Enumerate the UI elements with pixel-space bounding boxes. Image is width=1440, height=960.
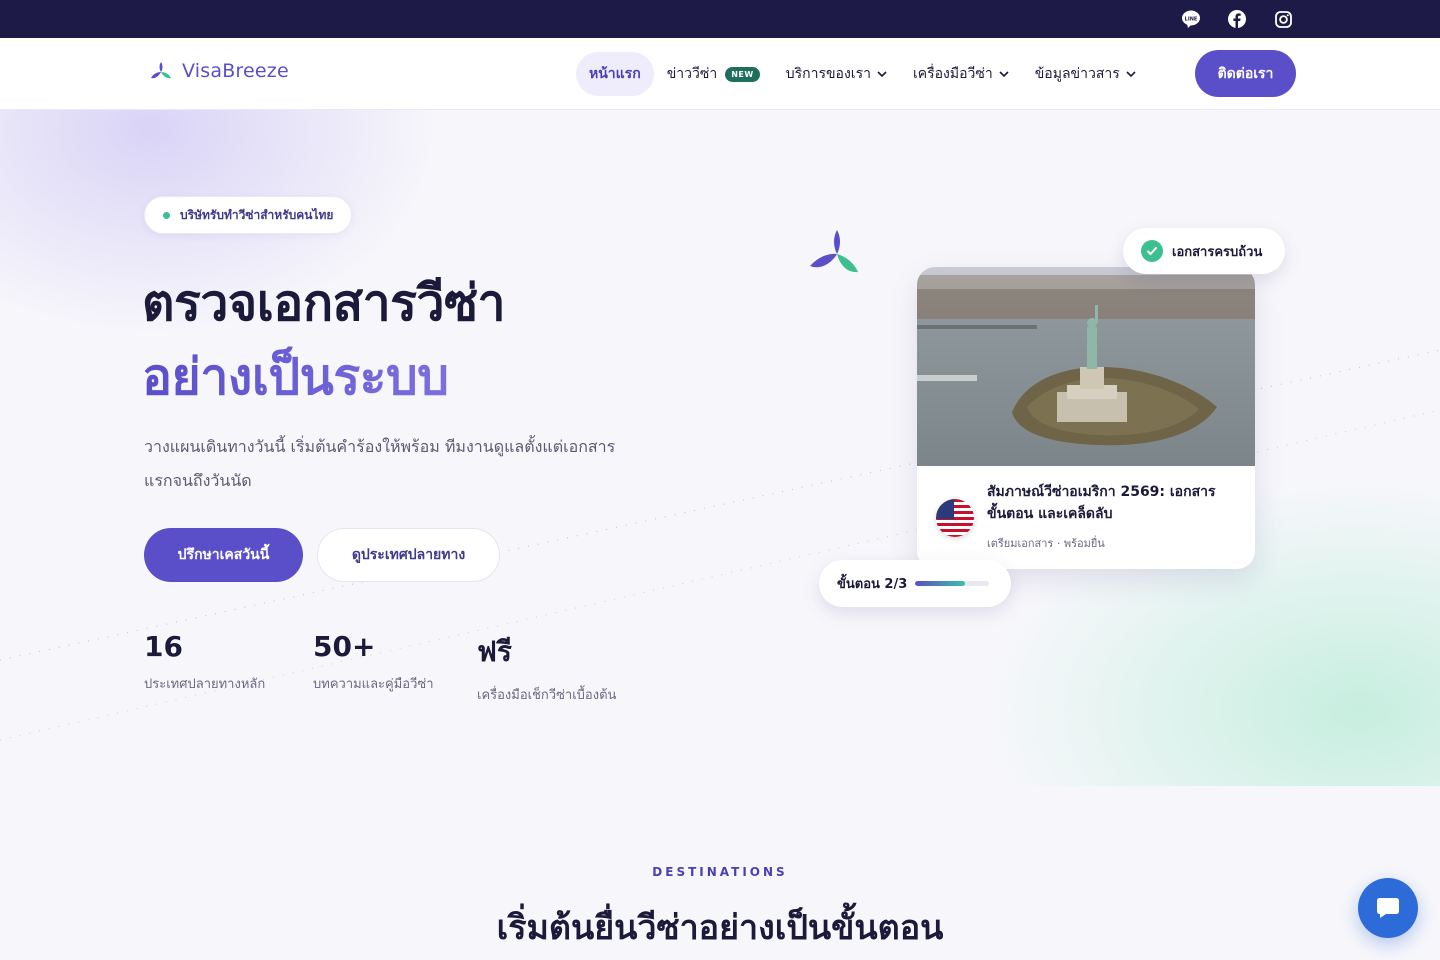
nav-item-information[interactable]: ข้อมูลข่าวสาร (1022, 52, 1149, 96)
section-eyebrow: DESTINATIONS (652, 865, 788, 879)
stat-value: 16 (144, 630, 183, 663)
check-icon (1141, 240, 1163, 262)
nav-item-label: ข่าววีซ่า (666, 66, 718, 82)
nav-item-label: บริการของเรา (785, 66, 871, 82)
brand-mark-icon (810, 230, 858, 273)
statue-of-liberty-image (917, 267, 1255, 466)
nav-item-label: ข้อมูลข่าวสาร (1034, 66, 1120, 82)
visa-article-card[interactable]: สัมภาษณ์วีซ่าอเมริกา 2569: เอกสาร ขั้นตอ… (917, 267, 1255, 569)
hero-tag-text: บริษัทรับทำวีซ่าสำหรับคนไทย (180, 207, 334, 222)
chevron-down-icon (1126, 71, 1136, 77)
line-icon[interactable]: LINE (1181, 9, 1201, 29)
chat-button[interactable] (1358, 878, 1418, 938)
stat-value: ฟรี (477, 635, 512, 668)
stat-label: ประเทศปลายทางหลัก (144, 677, 266, 692)
brand-logo-icon (151, 62, 171, 79)
step-progress-badge: ขั้นตอน 2/3 (819, 560, 1011, 607)
chat-bubble-icon (1377, 898, 1399, 918)
hero-title-line1: ตรวจเอกสารวีซ่า (142, 274, 506, 332)
top-bar: LINE (0, 0, 1440, 38)
chevron-down-icon (877, 71, 887, 77)
main-navbar: VisaBreeze หน้าแรก ข่าววีซ่า NEW บริการข… (0, 38, 1440, 110)
contact-button[interactable]: ติดต่อเรา (1195, 50, 1296, 97)
consult-button[interactable]: ปรึกษาเคสวันนี้ (144, 528, 303, 582)
chevron-down-icon (999, 71, 1009, 77)
stat-countries: 16 ประเทศปลายทางหลัก (144, 630, 265, 694)
new-badge: NEW (725, 66, 760, 82)
nav-item-label: หน้าแรก (589, 66, 641, 82)
us-flag-icon (936, 499, 974, 537)
nav-item-services[interactable]: บริการของเรา (773, 52, 900, 96)
stat-value: 50+ (313, 630, 376, 663)
brand-logo[interactable]: VisaBreeze (148, 60, 289, 82)
hero-tag-pill: บริษัทรับทำวีซ่าสำหรับคนไทย (144, 196, 353, 234)
stat-label: บทความและคู่มือวีซ่า (313, 677, 434, 692)
stat-tools: ฟรี เครื่องมือเช็กวีซ่าเบื้องต้น (477, 630, 616, 705)
line-icon-label: LINE (1185, 16, 1198, 22)
step-progress-fill (915, 581, 965, 586)
hero-lead-text: วางแผนเดินทางวันนี้ เริ่มต้นคำร้องให้พร้… (144, 437, 616, 490)
step-label: ขั้นตอน 2/3 (837, 577, 908, 592)
nav-item-home[interactable]: หน้าแรก (576, 52, 654, 96)
card-title: สัมภาษณ์วีซ่าอเมริกา 2569: เอกสาร ขั้นตอ… (987, 484, 1216, 522)
facebook-icon[interactable] (1227, 9, 1247, 29)
stat-articles: 50+ บทความและคู่มือวีซ่า (313, 630, 434, 694)
section-title: เริ่มต้นยื่นวีซ่าอย่างเป็นขั้นตอน (496, 908, 944, 948)
card-meta: เตรียมเอกสาร · พร้อมยื่น (987, 537, 1105, 550)
hero-section: บริษัทรับทำวีซ่าสำหรับคนไทย ตรวจเอกสารวี… (0, 110, 1440, 786)
nav-item-visa-news[interactable]: ข่าววีซ่า NEW (654, 52, 773, 96)
hero-title-line2: อย่างเป็นระบบ (142, 338, 449, 417)
destinations-button[interactable]: ดูประเทศปลายทาง (317, 528, 500, 582)
stat-label: เครื่องมือเช็กวีซ่าเบื้องต้น (477, 688, 617, 703)
documents-complete-badge: เอกสารครบถ้วน (1123, 228, 1285, 274)
documents-complete-text: เอกสารครบถ้วน (1172, 244, 1263, 260)
nav-item-visa-tools[interactable]: เครื่องมือวีซ่า (900, 52, 1022, 96)
status-dot (163, 211, 170, 219)
nav-links: หน้าแรก ข่าววีซ่า NEW บริการของเรา เครื่… (576, 52, 1149, 96)
nav-item-label: เครื่องมือวีซ่า (912, 66, 993, 82)
instagram-icon[interactable] (1273, 9, 1293, 29)
brand-name: VisaBreeze (182, 60, 289, 82)
step-progress-bar (915, 581, 990, 586)
